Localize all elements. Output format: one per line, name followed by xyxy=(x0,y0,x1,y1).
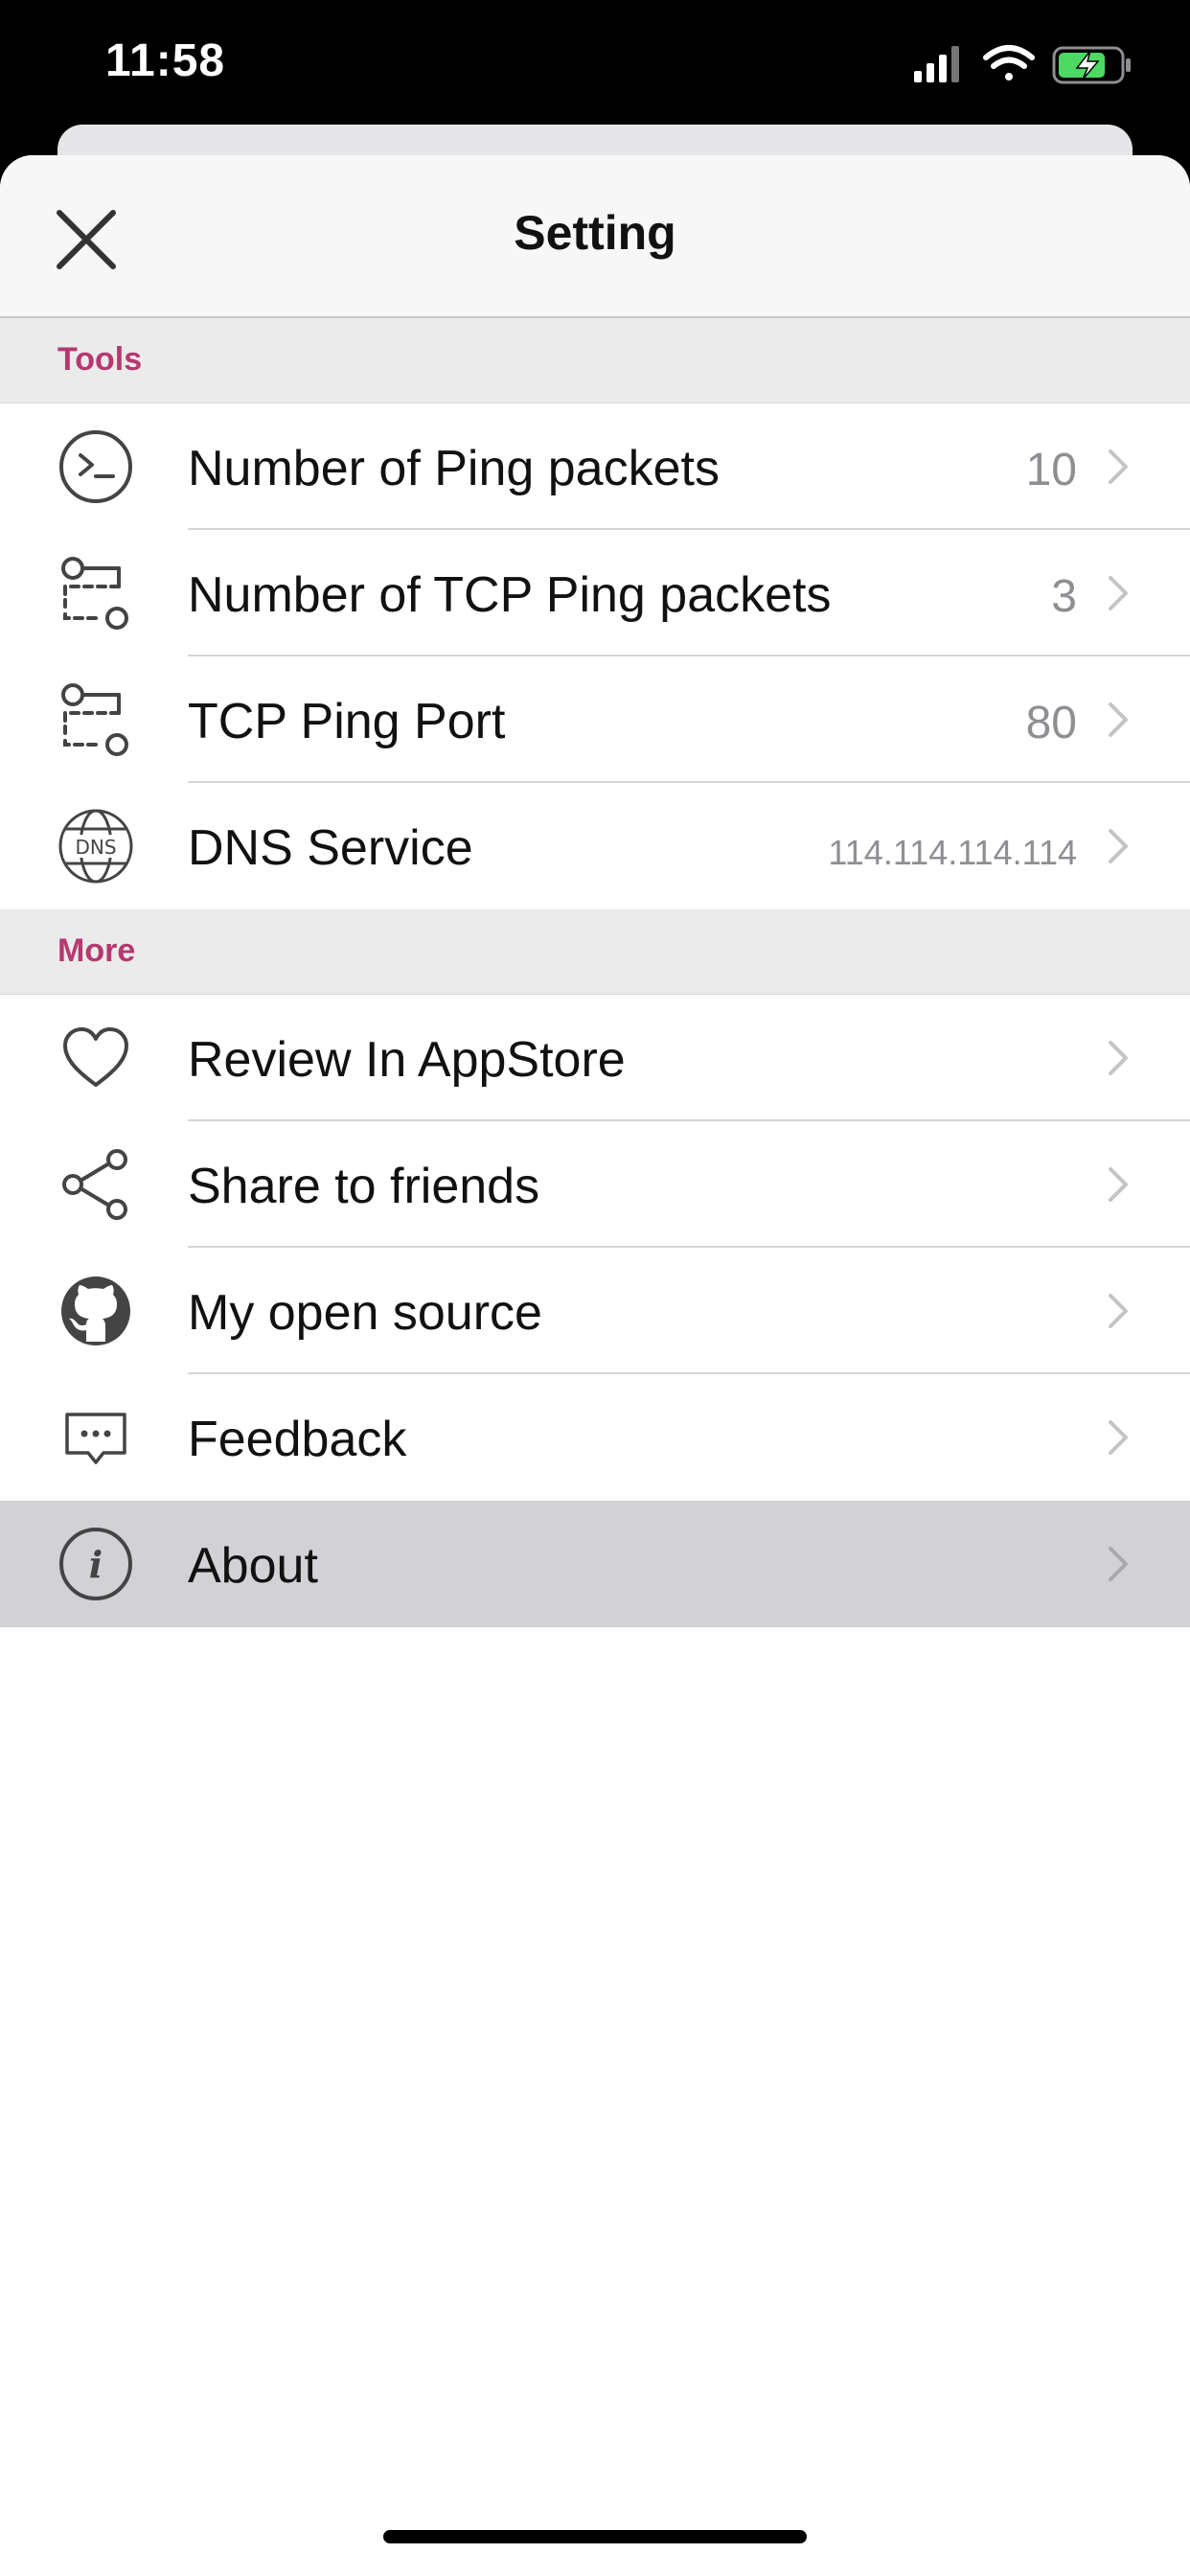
setting-row-open-source[interactable]: My open source xyxy=(0,1248,1190,1374)
row-label: Review In AppStore xyxy=(188,1032,626,1088)
chevron-right-icon xyxy=(1109,1041,1128,1075)
terminal-icon xyxy=(59,430,132,503)
setting-row-tcp-ping-port[interactable]: TCP Ping Port 80 xyxy=(0,656,1190,783)
chevron-right-icon xyxy=(1109,1420,1128,1455)
row-label: DNS Service xyxy=(188,820,473,876)
cellular-signal-icon xyxy=(914,46,959,82)
status-bar: 11:58 xyxy=(0,0,1190,134)
chevron-right-icon xyxy=(1109,829,1128,863)
dns-globe-icon: DNS xyxy=(58,809,133,884)
row-label: My open source xyxy=(188,1285,542,1341)
row-label: About xyxy=(188,1538,318,1594)
setting-row-ping-packets[interactable]: Number of Ping packets 10 xyxy=(0,403,1190,530)
heart-icon xyxy=(63,1027,128,1087)
battery-charging-icon xyxy=(1052,46,1131,84)
row-value: 114.114.114.114 xyxy=(828,833,1077,872)
setting-row-review[interactable]: Review In AppStore xyxy=(0,995,1190,1121)
info-icon: i xyxy=(59,1528,132,1600)
tcp-flow-icon xyxy=(61,683,128,756)
chevron-right-icon xyxy=(1109,449,1128,484)
wifi-icon xyxy=(983,45,1035,80)
home-indicator[interactable] xyxy=(383,2530,807,2543)
page-title: Setting xyxy=(514,206,676,260)
row-label: Number of TCP Ping packets xyxy=(188,567,832,623)
row-value: 10 xyxy=(1025,445,1077,495)
github-icon xyxy=(61,1276,130,1346)
row-label: Feedback xyxy=(188,1412,407,1467)
row-label: Number of Ping packets xyxy=(188,441,720,496)
svg-text:DNS: DNS xyxy=(75,836,116,859)
share-icon xyxy=(62,1149,127,1220)
row-label: TCP Ping Port xyxy=(188,694,506,749)
setting-row-share[interactable]: Share to friends xyxy=(0,1121,1190,1248)
settings-sheet: Setting Tools Number of Ping packets 10 … xyxy=(0,155,1190,2576)
setting-row-about[interactable]: i About xyxy=(0,1501,1190,1627)
section-title: Tools xyxy=(57,341,143,378)
chevron-right-icon xyxy=(1109,1294,1128,1328)
status-time: 11:58 xyxy=(105,35,226,86)
row-value: 80 xyxy=(1025,698,1077,748)
svg-text:i: i xyxy=(89,1543,103,1586)
chat-bubble-icon xyxy=(65,1413,126,1464)
setting-row-dns-service[interactable]: DNS DNS Service 114.114.114.114 xyxy=(0,783,1190,909)
chevron-right-icon xyxy=(1109,1547,1128,1581)
section-header-more: More xyxy=(0,909,1190,995)
section-header-tools: Tools xyxy=(0,318,1190,403)
chevron-right-icon xyxy=(1109,1167,1128,1202)
tcp-flow-icon xyxy=(61,557,128,630)
row-value: 3 xyxy=(1051,571,1077,622)
row-label: Share to friends xyxy=(188,1159,540,1214)
navigation-bar: Setting xyxy=(0,155,1190,318)
status-icons xyxy=(914,45,1131,84)
setting-row-tcp-ping-packets[interactable]: Number of TCP Ping packets 3 xyxy=(0,530,1190,656)
chevron-right-icon xyxy=(1109,702,1128,737)
setting-row-feedback[interactable]: Feedback xyxy=(0,1374,1190,1501)
section-title: More xyxy=(57,932,136,969)
chevron-right-icon xyxy=(1109,576,1128,610)
